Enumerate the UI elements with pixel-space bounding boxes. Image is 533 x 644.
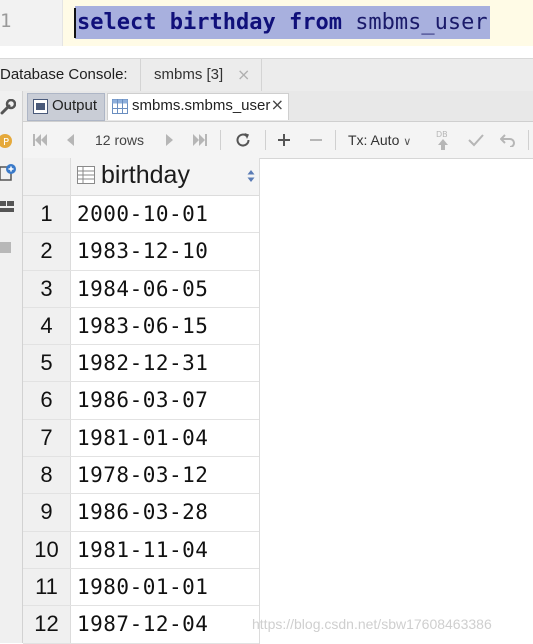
row-number: 7: [23, 419, 71, 457]
tx-mode-label: Tx: Auto: [348, 132, 400, 148]
toolbar-separator: [528, 130, 529, 150]
birthday-cell[interactable]: 1981-11-04: [77, 532, 208, 568]
db-commit-icon[interactable]: DB: [431, 122, 455, 158]
birthday-cell[interactable]: 1982-12-31: [77, 345, 208, 381]
birthday-cell[interactable]: 1980-01-01: [77, 569, 208, 605]
grid-body: 1 2000-10-01 2 1983-12-10 3 1984-06-05 4 1983-0…: [23, 196, 259, 644]
row-number: 4: [23, 307, 71, 345]
table-grid-icon: [112, 99, 128, 118]
table-row[interactable]: 3 1984-06-05: [23, 270, 259, 308]
watermark: https://blog.csdn.net/sbw17608463386: [252, 616, 492, 632]
last-page-icon[interactable]: [189, 122, 211, 158]
birthday-cell[interactable]: 1984-06-05: [77, 271, 208, 307]
sql-keyword-from: from: [288, 10, 342, 35]
sql-table-name: smbms_user: [355, 10, 488, 35]
table-row[interactable]: 1 2000-10-01: [23, 196, 259, 234]
toolbar-separator: [220, 130, 221, 150]
table-row[interactable]: 4 1983-06-15: [23, 307, 259, 346]
tab-output[interactable]: Output: [27, 93, 105, 121]
previous-page-icon[interactable]: [61, 122, 79, 158]
commit-check-icon[interactable]: [465, 122, 487, 158]
console-output-icon: [33, 99, 48, 118]
add-row-icon[interactable]: [273, 122, 295, 158]
refresh-icon[interactable]: [231, 122, 255, 158]
toolbar-separator: [265, 130, 266, 150]
row-number: 5: [23, 345, 71, 382]
left-tool-strip: P: [0, 91, 23, 643]
tab-output-label: Output: [52, 97, 98, 114]
row-number: 3: [23, 270, 71, 307]
transaction-mode-dropdown[interactable]: Tx: Auto ∨: [348, 132, 411, 148]
layout-icon[interactable]: [0, 199, 16, 219]
table-row[interactable]: 12 1987-12-04: [23, 606, 259, 644]
table-row[interactable]: 2 1983-12-10: [23, 233, 259, 271]
result-tab-bar: Output smbms.smbms_user ×: [23, 91, 533, 122]
database-console-label: Database Console:: [0, 66, 128, 83]
sql-keyword-select: select: [77, 10, 157, 35]
sql-query-selection[interactable]: select birthday from smbms_user: [75, 6, 490, 39]
row-number: 10: [23, 531, 71, 568]
birthday-cell[interactable]: 1986-03-07: [77, 382, 208, 418]
close-icon[interactable]: ×: [237, 65, 250, 84]
table-row[interactable]: 11 1980-01-01: [23, 568, 259, 607]
row-number: 11: [23, 568, 71, 606]
pin-icon[interactable]: P: [0, 133, 14, 153]
database-console-bar: Database Console: smbms [3] ×: [0, 58, 533, 92]
close-icon[interactable]: ×: [271, 95, 284, 114]
text-caret: [74, 8, 76, 38]
editor-gutter: 1: [0, 0, 63, 46]
result-toolbar: 12 rows Tx: Auto ∨ DB: [23, 122, 533, 159]
column-header-birthday[interactable]: birthday: [101, 161, 190, 190]
birthday-cell[interactable]: 2000-10-01: [77, 196, 208, 232]
grid-right-border: [259, 158, 260, 644]
tab-table-label: smbms.smbms_user: [132, 97, 271, 114]
birthday-cell[interactable]: 1981-01-04: [77, 420, 208, 456]
table-row[interactable]: 8 1978-03-12: [23, 457, 259, 495]
table-row[interactable]: 6 1986-03-07: [23, 382, 259, 420]
birthday-cell[interactable]: 1983-06-15: [77, 308, 208, 344]
birthday-cell[interactable]: 1983-12-10: [77, 233, 208, 269]
table-row[interactable]: 7 1981-01-04: [23, 419, 259, 458]
add-column-icon[interactable]: [0, 163, 16, 187]
table-row[interactable]: 10 1981-11-04: [23, 531, 259, 569]
table-row[interactable]: 5 1982-12-31: [23, 345, 259, 383]
row-number: 1: [23, 196, 71, 233]
row-number: 2: [23, 233, 71, 270]
row-number: 12: [23, 606, 71, 643]
column-icon: [77, 166, 95, 188]
chevron-down-icon: ∨: [403, 136, 412, 148]
grid-header-row: birthday: [23, 158, 259, 196]
row-number-header: [23, 158, 71, 195]
line-number: 1: [0, 10, 12, 32]
rollback-icon[interactable]: [497, 122, 519, 158]
toolbar-separator: [335, 130, 336, 150]
svg-text:P: P: [3, 137, 9, 148]
db-label: DB: [436, 130, 448, 139]
result-grid[interactable]: birthday 1 2000-10-01 2 1983-12-10 3 1984-06-…: [23, 158, 260, 644]
table-row[interactable]: 9 1986-03-28: [23, 494, 259, 532]
row-number: 9: [23, 494, 71, 531]
next-page-icon[interactable]: [161, 122, 179, 158]
console-tab-label: smbms [3]: [154, 66, 224, 83]
tab-smbms-user-table[interactable]: smbms.smbms_user ×: [107, 93, 289, 120]
row-count[interactable]: 12 rows: [95, 132, 144, 148]
birthday-cell[interactable]: 1987-12-04: [77, 606, 208, 642]
row-number: 6: [23, 382, 71, 419]
birthday-cell[interactable]: 1978-03-12: [77, 457, 208, 493]
birthday-cell[interactable]: 1986-03-28: [77, 494, 208, 530]
sql-column-name: birthday: [169, 10, 276, 35]
row-number: 8: [23, 457, 71, 494]
first-page-icon[interactable]: [29, 122, 51, 158]
wrench-icon[interactable]: [0, 98, 17, 119]
sql-editor[interactable]: 1 select birthday from smbms_user: [0, 0, 533, 58]
delete-row-icon[interactable]: [305, 122, 327, 158]
sort-icon[interactable]: [247, 168, 255, 187]
tab-smbms-console[interactable]: smbms [3] ×: [140, 59, 262, 92]
stop-icon[interactable]: [0, 241, 14, 260]
